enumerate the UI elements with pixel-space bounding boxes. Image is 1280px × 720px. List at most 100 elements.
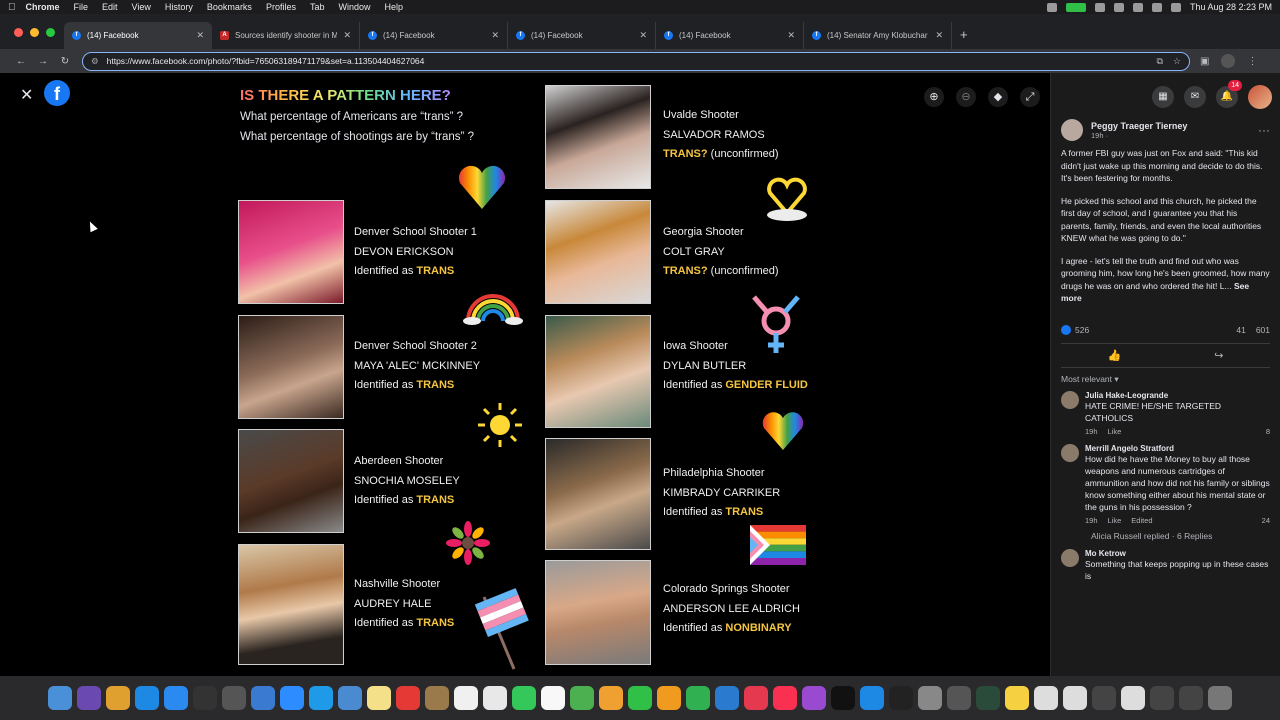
- control-center-icon[interactable]: [1170, 2, 1181, 12]
- like-button-icon[interactable]: 👍: [1108, 349, 1122, 362]
- trash-icon[interactable]: [1208, 686, 1232, 710]
- music-icon[interactable]: [773, 686, 797, 710]
- spotlight-search-icon[interactable]: [1151, 2, 1162, 12]
- new-tab-button[interactable]: +: [960, 22, 968, 49]
- podcasts-icon[interactable]: [802, 686, 826, 710]
- siri-icon[interactable]: [77, 686, 101, 710]
- author-name[interactable]: Peggy Traeger Tierney: [1091, 121, 1187, 131]
- browser-tab[interactable]: f (14) Senator Amy Klobuchar ✕: [804, 22, 952, 49]
- close-tab-icon[interactable]: ✕: [639, 30, 647, 41]
- help-icon[interactable]: [1150, 686, 1174, 710]
- comment-time[interactable]: 19h: [1085, 427, 1098, 436]
- menu-file[interactable]: File: [74, 2, 89, 12]
- chrome-menu-icon[interactable]: ⋮: [1247, 56, 1257, 67]
- menubar-clock[interactable]: Thu Aug 28 2:23 PM: [1190, 2, 1272, 12]
- apple-icon[interactable]: : [8, 2, 16, 13]
- commenter-name[interactable]: Julia Hake-Leogrande: [1085, 391, 1270, 400]
- close-icon[interactable]: ✕: [20, 85, 33, 105]
- status-extra-icon[interactable]: [1094, 2, 1105, 12]
- back-arrow-icon[interactable]: ←: [10, 56, 32, 67]
- notes-icon[interactable]: [367, 686, 391, 710]
- address-url[interactable]: https://www.facebook.com/photo/?fbid=765…: [107, 56, 425, 66]
- menu-view[interactable]: View: [132, 2, 151, 12]
- zoom-icon[interactable]: [280, 686, 304, 710]
- messages-icon[interactable]: [512, 686, 536, 710]
- comment-like-link[interactable]: Like: [1108, 427, 1122, 436]
- share-button-icon[interactable]: ↪: [1214, 349, 1223, 362]
- view-replies-link[interactable]: Alicia Russell replied · 6 Replies: [1051, 529, 1280, 545]
- reminders-icon[interactable]: [541, 686, 565, 710]
- commenter-avatar[interactable]: [1061, 443, 1079, 462]
- menu-profiles[interactable]: Profiles: [266, 2, 296, 12]
- more-options-icon[interactable]: ···: [1258, 123, 1270, 137]
- menu-help[interactable]: Help: [384, 2, 403, 12]
- browser-tab[interactable]: f (14) Facebook ✕: [360, 22, 508, 49]
- skype-app-icon[interactable]: [309, 686, 333, 710]
- comment-reaction-count[interactable]: 24: [1262, 516, 1270, 525]
- install-app-icon[interactable]: ⧉: [1156, 56, 1162, 67]
- document-icon[interactable]: [1063, 686, 1087, 710]
- keynote-icon[interactable]: [715, 686, 739, 710]
- like-reaction-icon[interactable]: [1061, 324, 1071, 335]
- bluetooth-icon[interactable]: [1113, 2, 1124, 12]
- chrome-icon[interactable]: [396, 686, 420, 710]
- photos-icon[interactable]: [599, 686, 623, 710]
- browser-tab[interactable]: f (14) Facebook ✕: [508, 22, 656, 49]
- status-app-icon[interactable]: [1046, 2, 1057, 12]
- account-avatar[interactable]: [1248, 85, 1272, 109]
- search-app-icon[interactable]: [338, 686, 362, 710]
- facebook-logo-icon[interactable]: f: [44, 80, 70, 106]
- notifications-bell-icon[interactable]: 🔔 14: [1216, 80, 1242, 108]
- comment-count[interactable]: 41: [1236, 325, 1245, 335]
- browser-tab[interactable]: f (14) Facebook ✕: [656, 22, 804, 49]
- reload-icon[interactable]: ↻: [54, 56, 76, 67]
- close-tab-icon[interactable]: ✕: [491, 30, 499, 41]
- messenger-icon[interactable]: ✉: [1184, 86, 1206, 108]
- terminal-icon[interactable]: [889, 686, 913, 710]
- numbers-icon[interactable]: [686, 686, 710, 710]
- menu-history[interactable]: History: [165, 2, 193, 12]
- share-count[interactable]: 601: [1256, 325, 1270, 335]
- zoom-in-icon[interactable]: ⊕: [924, 87, 944, 107]
- close-tab-icon[interactable]: ✕: [935, 30, 943, 41]
- freeform-icon[interactable]: [483, 686, 507, 710]
- menu-bookmarks[interactable]: Bookmarks: [207, 2, 252, 12]
- close-tab-icon[interactable]: ✕: [196, 30, 204, 41]
- zoom-window-button[interactable]: [46, 28, 55, 37]
- maps-icon[interactable]: [570, 686, 594, 710]
- facetime-status-icon[interactable]: [1065, 2, 1086, 12]
- close-tab-icon[interactable]: ✕: [343, 30, 351, 41]
- browser-tab[interactable]: A Sources identify shooter in M ✕: [212, 22, 360, 49]
- skype-icon[interactable]: [135, 686, 159, 710]
- zoom-out-icon[interactable]: ⊖: [956, 87, 976, 107]
- finder-icon[interactable]: [48, 686, 72, 710]
- fullscreen-icon[interactable]: ⤢: [1020, 87, 1040, 107]
- menu-tab[interactable]: Tab: [310, 2, 325, 12]
- calendar-icon[interactable]: [454, 686, 478, 710]
- commenter-name[interactable]: Mo Ketrow: [1085, 549, 1270, 558]
- browser-tab[interactable]: f (14) Facebook ✕: [64, 22, 212, 49]
- help-icon[interactable]: [1179, 686, 1203, 710]
- menu-grid-icon[interactable]: ▦: [1152, 86, 1174, 108]
- profile-avatar[interactable]: [1221, 54, 1236, 68]
- clock-icon[interactable]: [193, 686, 217, 710]
- menu-app-name[interactable]: Chrome: [26, 2, 60, 12]
- post-time[interactable]: 19h ·: [1091, 131, 1187, 140]
- minimize-window-button[interactable]: [30, 28, 39, 37]
- commenter-avatar[interactable]: [1061, 390, 1079, 409]
- help-icon[interactable]: [1092, 686, 1116, 710]
- comment-like-link[interactable]: Like: [1108, 516, 1122, 525]
- safari-icon[interactable]: [164, 686, 188, 710]
- side-panel-icon[interactable]: ▣: [1200, 56, 1209, 67]
- tag-icon[interactable]: ◆: [988, 87, 1008, 107]
- author-avatar[interactable]: [1061, 119, 1083, 141]
- bookmark-star-icon[interactable]: ☆: [1173, 56, 1181, 67]
- close-window-button[interactable]: [14, 28, 23, 37]
- photos-app-icon[interactable]: [222, 686, 246, 710]
- pages-icon[interactable]: [657, 686, 681, 710]
- document-icon[interactable]: [1034, 686, 1058, 710]
- facetime-icon[interactable]: [628, 686, 652, 710]
- system-settings-icon[interactable]: [918, 686, 942, 710]
- menu-window[interactable]: Window: [338, 2, 370, 12]
- activity-monitor-icon[interactable]: [976, 686, 1000, 710]
